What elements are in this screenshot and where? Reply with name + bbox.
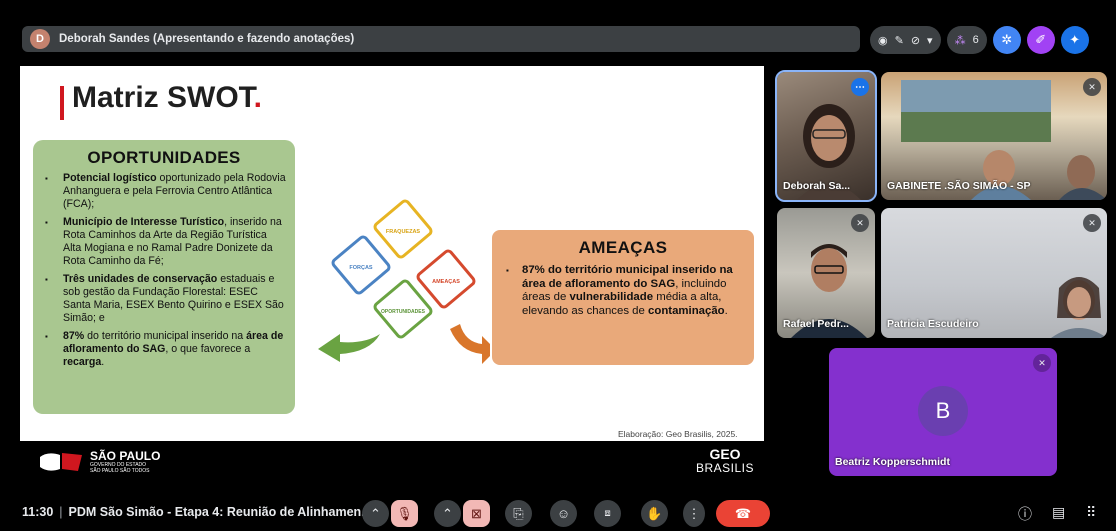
shared-slide: Matriz SWOT. OPORTUNIDADES Potencial log…: [20, 66, 764, 441]
label-ameacas: AMEAÇAS: [432, 279, 460, 285]
raise-hand-button[interactable]: ✋: [641, 500, 668, 527]
label-fraquezas: FRAQUEZAS: [386, 229, 421, 235]
list-item: Três unidades de conservação estaduais e…: [45, 273, 287, 325]
participant-tile[interactable]: ✕ GABINETE .SÃO SIMÃO - SP: [881, 72, 1107, 200]
participant-tile[interactable]: ⋯ Deborah Sa...: [775, 70, 877, 202]
captions-icon: ⧈: [604, 508, 611, 519]
presenter-bar: D Deborah Sandes (Apresentando e fazendo…: [22, 26, 860, 52]
more-options-icon[interactable]: ⋯: [851, 78, 869, 96]
gemini-button[interactable]: ✦: [1060, 26, 1089, 54]
top-controls: ◉ ✎ ⊘ ▾ ⁂ 6 ✲ ✐ ✦: [870, 25, 1089, 55]
audio-options-button[interactable]: ⌃: [362, 500, 389, 527]
video-options-button[interactable]: ⌃: [434, 500, 461, 527]
participant-name: Deborah Sa...: [783, 180, 851, 192]
present-button[interactable]: ⎘: [505, 500, 532, 527]
end-call-button[interactable]: ☎: [716, 500, 770, 527]
opportunities-list: Potencial logístico oportunizado pela Ro…: [33, 168, 295, 369]
opportunities-heading: OPORTUNIDADES: [87, 148, 241, 167]
camera-off-icon: ⊠: [471, 505, 482, 521]
slide-footer: SÃO PAULO GOVERNO DO ESTADO SÃO PAULO SÃ…: [20, 441, 764, 487]
list-item: 87% do território municipal inserido na …: [45, 330, 287, 369]
mic-off-icon: ✕: [1033, 354, 1051, 372]
presenter-avatar: D: [30, 29, 50, 49]
camera-toggle-button[interactable]: ⊠: [463, 500, 490, 527]
opportunities-box: OPORTUNIDADES Potencial logístico oportu…: [33, 140, 295, 414]
participant-name: Rafael Pedr...: [783, 318, 849, 330]
left-arrow: [318, 334, 380, 362]
meeting-title: PDM São Simão - Etapa 4: Reunião de Alin…: [68, 505, 372, 519]
participants-count: 6: [972, 34, 979, 46]
participant-tile[interactable]: ✕ Rafael Pedr...: [777, 208, 875, 338]
label-forcas: FORÇAS: [349, 265, 373, 271]
annotate-icon[interactable]: ✎: [895, 34, 904, 47]
mic-off-icon: ✕: [851, 214, 869, 232]
presentation-controls[interactable]: ◉ ✎ ⊘ ▾: [870, 26, 941, 54]
chat-icon[interactable]: ▤: [1052, 504, 1065, 521]
participant-name: Beatriz Kopperschmidt: [835, 456, 950, 468]
label-oportunidades: OPORTUNIDADES: [381, 309, 426, 315]
more-options-button[interactable]: ⋮: [683, 500, 705, 527]
mic-off-icon: ✕: [1083, 214, 1101, 232]
emoji-icon: ☺: [556, 506, 571, 521]
list-item: Município de Interesse Turístico, inseri…: [45, 216, 287, 268]
mic-toggle-button[interactable]: 🎙: [391, 500, 418, 527]
mic-off-icon: 🎙: [396, 505, 413, 521]
phone-hangup-icon: ☎: [734, 505, 752, 521]
meeting-info: 11:30 | PDM São Simão - Etapa 4: Reunião d…: [22, 505, 372, 519]
participant-name: Patricia Escudeiro: [887, 318, 979, 330]
slide-credit: Elaboração: Geo Brasilis, 2025.: [618, 429, 738, 439]
mic-off-icon: ✕: [1083, 78, 1101, 96]
present-screen-icon: ⎘: [513, 505, 524, 521]
chevron-down-icon[interactable]: ▾: [927, 34, 933, 47]
threats-heading: AMEAÇAS: [578, 238, 668, 257]
participants-button[interactable]: ⁂ 6: [946, 26, 987, 54]
sp-map-icon: [40, 453, 82, 471]
sao-paulo-logo: SÃO PAULO GOVERNO DO ESTADO SÃO PAULO SÃ…: [38, 449, 160, 475]
captions-button[interactable]: ⧈: [594, 500, 621, 527]
participant-name: GABINETE .SÃO SIMÃO - SP: [887, 180, 1031, 192]
participant-tile[interactable]: B ✕ Beatriz Kopperschmidt: [829, 348, 1057, 476]
title-accent-bar: [60, 86, 64, 120]
hand-icon: ✋: [646, 505, 663, 521]
geo-brasilis-logo: GEO BRASILIS: [696, 446, 755, 475]
more-vert-icon: ⋮: [687, 505, 701, 521]
slide-title: Matriz SWOT.: [72, 81, 263, 114]
record-icon[interactable]: ◉: [878, 34, 888, 47]
right-arrow: [450, 324, 490, 364]
participant-tile[interactable]: ✕ Patricia Escudeiro: [881, 208, 1107, 338]
whiteboard-button[interactable]: ✐: [1026, 26, 1055, 54]
presenter-label: Deborah Sandes (Apresentando e fazendo a…: [59, 33, 355, 45]
stop-annotation-icon[interactable]: ⊘: [911, 34, 920, 47]
info-icon[interactable]: ⓘ: [1018, 504, 1032, 524]
threats-text: 87% do território municipal inserido na …: [492, 258, 754, 318]
clock-time: 11:30: [22, 505, 54, 519]
people-icon: ⁂: [954, 34, 966, 47]
swot-puzzle-graphic: FRAQUEZAS FORÇAS AMEAÇAS OPORTUNIDADES: [318, 199, 490, 364]
list-item: Potencial logístico oportunizado pela Ro…: [45, 172, 287, 211]
activities-button[interactable]: ✲: [992, 26, 1021, 54]
avatar: B: [918, 386, 968, 436]
apps-grid-icon[interactable]: ⠿: [1086, 504, 1096, 521]
reactions-button[interactable]: ☺: [550, 500, 577, 527]
threats-box: AMEAÇAS 87% do território municipal inse…: [492, 230, 754, 365]
